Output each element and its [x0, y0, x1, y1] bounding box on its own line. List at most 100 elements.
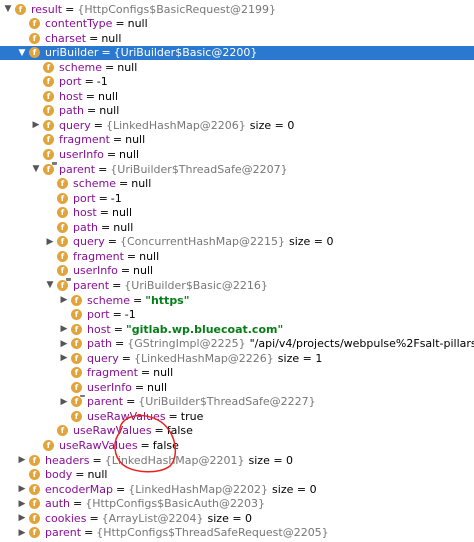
tree-row-query[interactable]: ▶ f query = {ConcurrentHashMap@2215} size = 0: [0, 235, 474, 249]
equals-sign: =: [99, 206, 109, 220]
tree-row-userinfo[interactable]: ▶fuserInfo=null: [0, 148, 474, 162]
field-value: null: [97, 89, 119, 103]
field-name: scheme: [59, 60, 103, 74]
tree-row-uribuilder[interactable]: ▼ f uriBuilder = {UriBuilder$Basic@2200}: [0, 45, 474, 60]
tree-row-body[interactable]: ▶fbody=null: [0, 468, 474, 482]
chevron-right-icon[interactable]: ▶: [59, 395, 69, 409]
tree-row-scheme[interactable]: ▶fscheme=null: [0, 177, 474, 191]
chevron-right-icon[interactable]: ▶: [59, 293, 69, 307]
tree-row-userinfo[interactable]: ▶fuserInfo=null: [0, 264, 474, 278]
tree-row-port[interactable]: ▶fport=-1: [0, 75, 474, 89]
field-extra: size = 0: [288, 235, 334, 249]
chevron-right-icon[interactable]: ▶: [17, 497, 27, 511]
field-value: {HttpConfigs$BasicAuth@2203}: [85, 497, 266, 511]
field-name: path: [87, 337, 113, 351]
field-name: parent: [87, 395, 124, 409]
tree-row-parent[interactable]: ▶ f parent = {UriBuilder$ThreadSafe@2227}: [0, 394, 474, 409]
field-icon: f: [43, 90, 54, 102]
field-value: true: [180, 409, 204, 423]
field-icon: f: [29, 18, 40, 30]
tree-row-cookies[interactable]: ▶ f cookies = {ArrayList@2204} size = 0: [0, 511, 474, 525]
tree-row-query[interactable]: ▶ f query = {LinkedHashMap@2226} size = 1: [0, 351, 474, 365]
chevron-down-icon[interactable]: ▼: [31, 162, 41, 176]
field-name: parent: [73, 278, 110, 292]
chevron-right-icon[interactable]: ▶: [31, 118, 41, 132]
chevron-right-icon[interactable]: ▶: [59, 351, 69, 365]
field-value: null: [125, 133, 146, 147]
tree-row-fragment[interactable]: ▶ffragment=null: [0, 366, 474, 380]
tree-row-userawvalues[interactable]: ▶fuseRawValues=true: [0, 409, 474, 423]
tree-row-result[interactable]: ▼ f result = {HttpConfigs$BasicRequest@2199}: [0, 2, 474, 16]
tree-row-scheme[interactable]: ▶fscheme=null: [0, 60, 474, 74]
chevron-down-icon[interactable]: ▼: [17, 46, 27, 60]
field-value: {HttpConfigs$ThreadSafeRequest@2205}: [96, 526, 329, 540]
tree-row-userawvalues[interactable]: ▶fuseRawValues=false: [0, 424, 474, 438]
tree-row-path[interactable]: ▶fpath=null: [0, 220, 474, 234]
field-value: false: [166, 424, 193, 438]
equals-sign: =: [112, 278, 122, 292]
field-value: null: [153, 366, 174, 380]
chevron-down-icon[interactable]: ▼: [45, 278, 55, 292]
field-name: headers: [45, 453, 90, 467]
chevron-right-icon[interactable]: ▶: [59, 337, 69, 351]
field-value: null: [99, 104, 120, 118]
chevron-right-icon[interactable]: ▶: [17, 526, 27, 540]
field-icon: f: [15, 3, 26, 15]
field-name: useRawValues: [59, 439, 138, 452]
tree-row-userinfo[interactable]: ▶fuserInfo=null: [0, 380, 474, 394]
equals-sign: =: [87, 104, 97, 118]
field-name: auth: [45, 497, 70, 511]
tree-row-auth[interactable]: ▶ f auth = {HttpConfigs$BasicAuth@2203}: [0, 497, 474, 511]
field-value: {LinkedHashMap@2226}: [133, 351, 274, 365]
tree-row-scheme[interactable]: ▶ f scheme = "https": [0, 293, 474, 307]
equals-sign: =: [154, 424, 164, 438]
tree-row-encodermap[interactable]: ▶ f encoderMap = {LinkedHashMap@2202} size = …: [0, 482, 474, 496]
tree-row-contenttype[interactable]: ▶fcontentType=null: [0, 17, 474, 31]
tree-row-port[interactable]: ▶fport=-1: [0, 191, 474, 205]
chevron-right-icon[interactable]: ▶: [17, 511, 27, 525]
tree-row-userawvalues[interactable]: ▶fuseRawValues=false: [0, 439, 474, 453]
tree-row-port[interactable]: ▶fport=-1: [0, 308, 474, 322]
tree-row-path[interactable]: ▶ f path = {GStringImpl@2225} "/api/v4/projec…: [0, 337, 474, 351]
field-extra: size = 0: [249, 118, 295, 132]
tree-row-charset[interactable]: ▶fcharset=null: [0, 31, 474, 45]
chevron-right-icon[interactable]: ▶: [17, 482, 27, 496]
tree-row-fragment[interactable]: ▶ffragment=null: [0, 133, 474, 147]
equals-sign: =: [98, 162, 108, 176]
tree-row-query[interactable]: ▶ f query = {LinkedHashMap@2206} size = 0: [0, 118, 474, 132]
equals-sign: =: [73, 497, 83, 511]
tree-row-parent[interactable]: ▼ f parent = {UriBuilder$Basic@2216}: [0, 278, 474, 292]
chevron-right-icon[interactable]: ▶: [45, 235, 55, 249]
tree-row-parent[interactable]: ▶ f parent = {HttpConfigs$ThreadSafeRequest@…: [0, 526, 474, 540]
field-icon: f: [29, 483, 40, 495]
chevron-right-icon[interactable]: ▶: [59, 322, 69, 336]
equals-sign: =: [112, 308, 122, 322]
tree-row-parent[interactable]: ▼ f parent = {UriBuilder$ThreadSafe@2207}: [0, 162, 474, 176]
field-value: {UriBuilder$ThreadSafe@2227}: [138, 395, 316, 409]
equals-sign: =: [133, 293, 143, 307]
chevron-right-icon[interactable]: ▶: [17, 453, 27, 467]
field-name: port: [87, 308, 110, 322]
tree-row-host[interactable]: ▶fhost=null: [0, 89, 474, 103]
field-extra: size = 0: [207, 511, 253, 525]
chevron-down-icon[interactable]: ▼: [3, 2, 13, 16]
tree-row-path[interactable]: ▶fpath=null: [0, 104, 474, 118]
equals-sign: =: [84, 75, 94, 89]
tree-row-headers[interactable]: ▶ f headers = {LinkedHashMap@2201} size = 0: [0, 453, 474, 467]
field-value: null: [117, 60, 138, 74]
field-name: userInfo: [59, 148, 104, 161]
equals-sign: =: [121, 351, 131, 365]
field-icon: f: [71, 352, 82, 364]
tree-row-host[interactable]: ▶fhost=null: [0, 206, 474, 220]
tree-row-fragment[interactable]: ▶ffragment=null: [0, 249, 474, 263]
equals-sign: =: [101, 46, 111, 60]
field-icon: f: [43, 440, 54, 451]
field-value: null: [133, 264, 154, 278]
equals-sign: =: [105, 60, 115, 74]
field-icon: f: [57, 236, 68, 248]
equals-sign: =: [168, 409, 178, 423]
field-value: null: [139, 249, 160, 263]
tree-row-host[interactable]: ▶ f host = "gitlab.wp.bluecoat.com": [0, 322, 474, 336]
equals-sign: =: [115, 17, 125, 31]
field-extra: size = 0: [272, 482, 317, 496]
